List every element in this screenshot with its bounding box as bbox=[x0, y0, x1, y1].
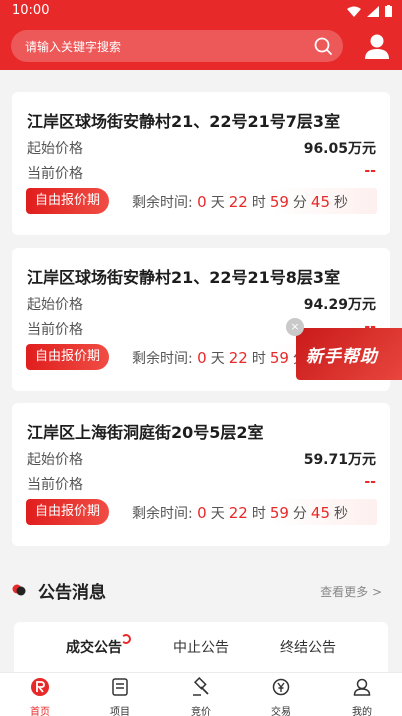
start-price-value: 94.29万元 bbox=[303, 297, 376, 313]
nav-projects[interactable]: 项目 bbox=[80, 677, 160, 716]
search-placeholder: 请输入关键字搜索 bbox=[25, 40, 122, 54]
countdown-bar: 自由报价期 剩余时间: 0天22时59分45秒 bbox=[26, 188, 377, 214]
minute-unit: 分 bbox=[292, 195, 307, 211]
start-price-value: 59.71万元 bbox=[303, 452, 376, 468]
day-unit: 天 bbox=[210, 351, 225, 367]
nav-bidding-label: 竞价 bbox=[191, 707, 211, 716]
day-unit: 天 bbox=[210, 195, 225, 211]
nav-mine[interactable]: 我的 bbox=[322, 677, 402, 716]
second-unit: 秒 bbox=[334, 506, 348, 522]
current-price-value: -- bbox=[364, 474, 376, 490]
minutes-value: 59 bbox=[269, 349, 289, 367]
seconds-value: 45 bbox=[310, 193, 330, 211]
tab-suspend-notice[interactable]: 中止公告 bbox=[173, 637, 229, 657]
trade-icon bbox=[272, 678, 290, 696]
remaining-time: 剩余时间: 0天22时59分45秒 bbox=[132, 503, 352, 523]
tab-active-indicator bbox=[121, 634, 131, 644]
days-value: 0 bbox=[197, 193, 207, 211]
hours-value: 22 bbox=[228, 193, 248, 211]
listing-card[interactable]: 江岸区球场街安静村21、22号21号7层3室 起始价格 96.05万元 当前价格… bbox=[12, 92, 390, 235]
remaining-time: 剩余时间: 0天22时59分45秒 bbox=[132, 192, 352, 212]
current-price-label: 当前价格 bbox=[27, 477, 83, 493]
search-icon[interactable] bbox=[313, 36, 333, 56]
help-badge-close-button[interactable]: × bbox=[286, 318, 304, 336]
new-user-help-badge[interactable]: 新手帮助 bbox=[296, 328, 402, 380]
minute-unit: 分 bbox=[292, 506, 307, 522]
listing-title: 江岸区球场街安静村21、22号21号7层3室 bbox=[27, 112, 341, 131]
bottom-nav: 首页 项目 竞价 交易 我的 bbox=[0, 672, 402, 716]
current-price-label: 当前价格 bbox=[27, 322, 83, 338]
current-price-value: -- bbox=[364, 163, 376, 179]
start-price-label: 起始价格 bbox=[27, 452, 83, 468]
remaining-label: 剩余时间: bbox=[132, 506, 193, 522]
nav-mine-label: 我的 bbox=[352, 707, 372, 716]
user-icon[interactable] bbox=[363, 32, 391, 60]
listing-title: 江岸区上海街洞庭街20号5层2室 bbox=[27, 423, 264, 442]
battery-icon bbox=[385, 5, 392, 17]
status-time: 10:00 bbox=[12, 3, 50, 18]
countdown-bar: 自由报价期 剩余时间: 0天22时59分45秒 bbox=[26, 499, 377, 525]
start-price-label: 起始价格 bbox=[27, 141, 83, 157]
nav-trade[interactable]: 交易 bbox=[241, 677, 321, 716]
remaining-label: 剩余时间: bbox=[132, 351, 193, 367]
second-unit: 秒 bbox=[334, 195, 348, 211]
tab-terminate-notice[interactable]: 终结公告 bbox=[280, 637, 336, 657]
profile-icon bbox=[353, 678, 371, 696]
help-badge-label: 新手帮助 bbox=[306, 347, 378, 367]
status-icons bbox=[347, 5, 392, 17]
listing-card[interactable]: 江岸区上海街洞庭街20号5层2室 起始价格 59.71万元 当前价格 -- 自由… bbox=[12, 403, 390, 546]
home-icon bbox=[31, 678, 49, 696]
hours-value: 22 bbox=[228, 504, 248, 522]
notice-section-header: 公告消息 查看更多 > bbox=[0, 572, 402, 608]
tab-deal-notice[interactable]: 成交公告 bbox=[66, 637, 122, 657]
nav-bidding[interactable]: 竞价 bbox=[161, 676, 241, 716]
minutes-value: 59 bbox=[269, 193, 289, 211]
hour-unit: 时 bbox=[251, 506, 266, 522]
day-unit: 天 bbox=[210, 506, 225, 522]
nav-trade-label: 交易 bbox=[271, 707, 291, 716]
start-price-label: 起始价格 bbox=[27, 297, 83, 313]
days-value: 0 bbox=[197, 349, 207, 367]
bidding-phase-tag: 自由报价期 bbox=[26, 499, 109, 525]
current-price-label: 当前价格 bbox=[27, 166, 83, 182]
listing-title: 江岸区球场街安静村21、22号21号8层3室 bbox=[27, 268, 341, 287]
bidding-phase-tag: 自由报价期 bbox=[26, 188, 109, 214]
bidding-phase-tag: 自由报价期 bbox=[26, 344, 109, 370]
days-value: 0 bbox=[197, 504, 207, 522]
status-bar: 10:00 bbox=[0, 0, 402, 22]
header: 请输入关键字搜索 bbox=[0, 22, 402, 70]
signal-icon bbox=[367, 5, 379, 17]
projects-icon bbox=[112, 678, 128, 696]
hour-unit: 时 bbox=[251, 351, 266, 367]
minutes-value: 59 bbox=[269, 504, 289, 522]
remaining-label: 剩余时间: bbox=[132, 195, 193, 211]
notice-bullet-icon bbox=[12, 584, 26, 596]
notice-tabs: 成交公告 中止公告 终结公告 bbox=[14, 622, 388, 672]
notice-title: 公告消息 bbox=[38, 583, 106, 603]
nav-home-label: 首页 bbox=[30, 707, 50, 716]
start-price-value: 96.05万元 bbox=[303, 141, 376, 157]
nav-projects-label: 项目 bbox=[110, 707, 130, 716]
wifi-icon bbox=[347, 6, 361, 17]
hours-value: 22 bbox=[228, 349, 248, 367]
seconds-value: 45 bbox=[310, 504, 330, 522]
see-more-link[interactable]: 查看更多 > bbox=[320, 583, 382, 600]
nav-home[interactable]: 首页 bbox=[0, 677, 80, 716]
hour-unit: 时 bbox=[251, 195, 266, 211]
gavel-icon bbox=[193, 676, 209, 696]
search-input[interactable]: 请输入关键字搜索 bbox=[11, 30, 343, 62]
